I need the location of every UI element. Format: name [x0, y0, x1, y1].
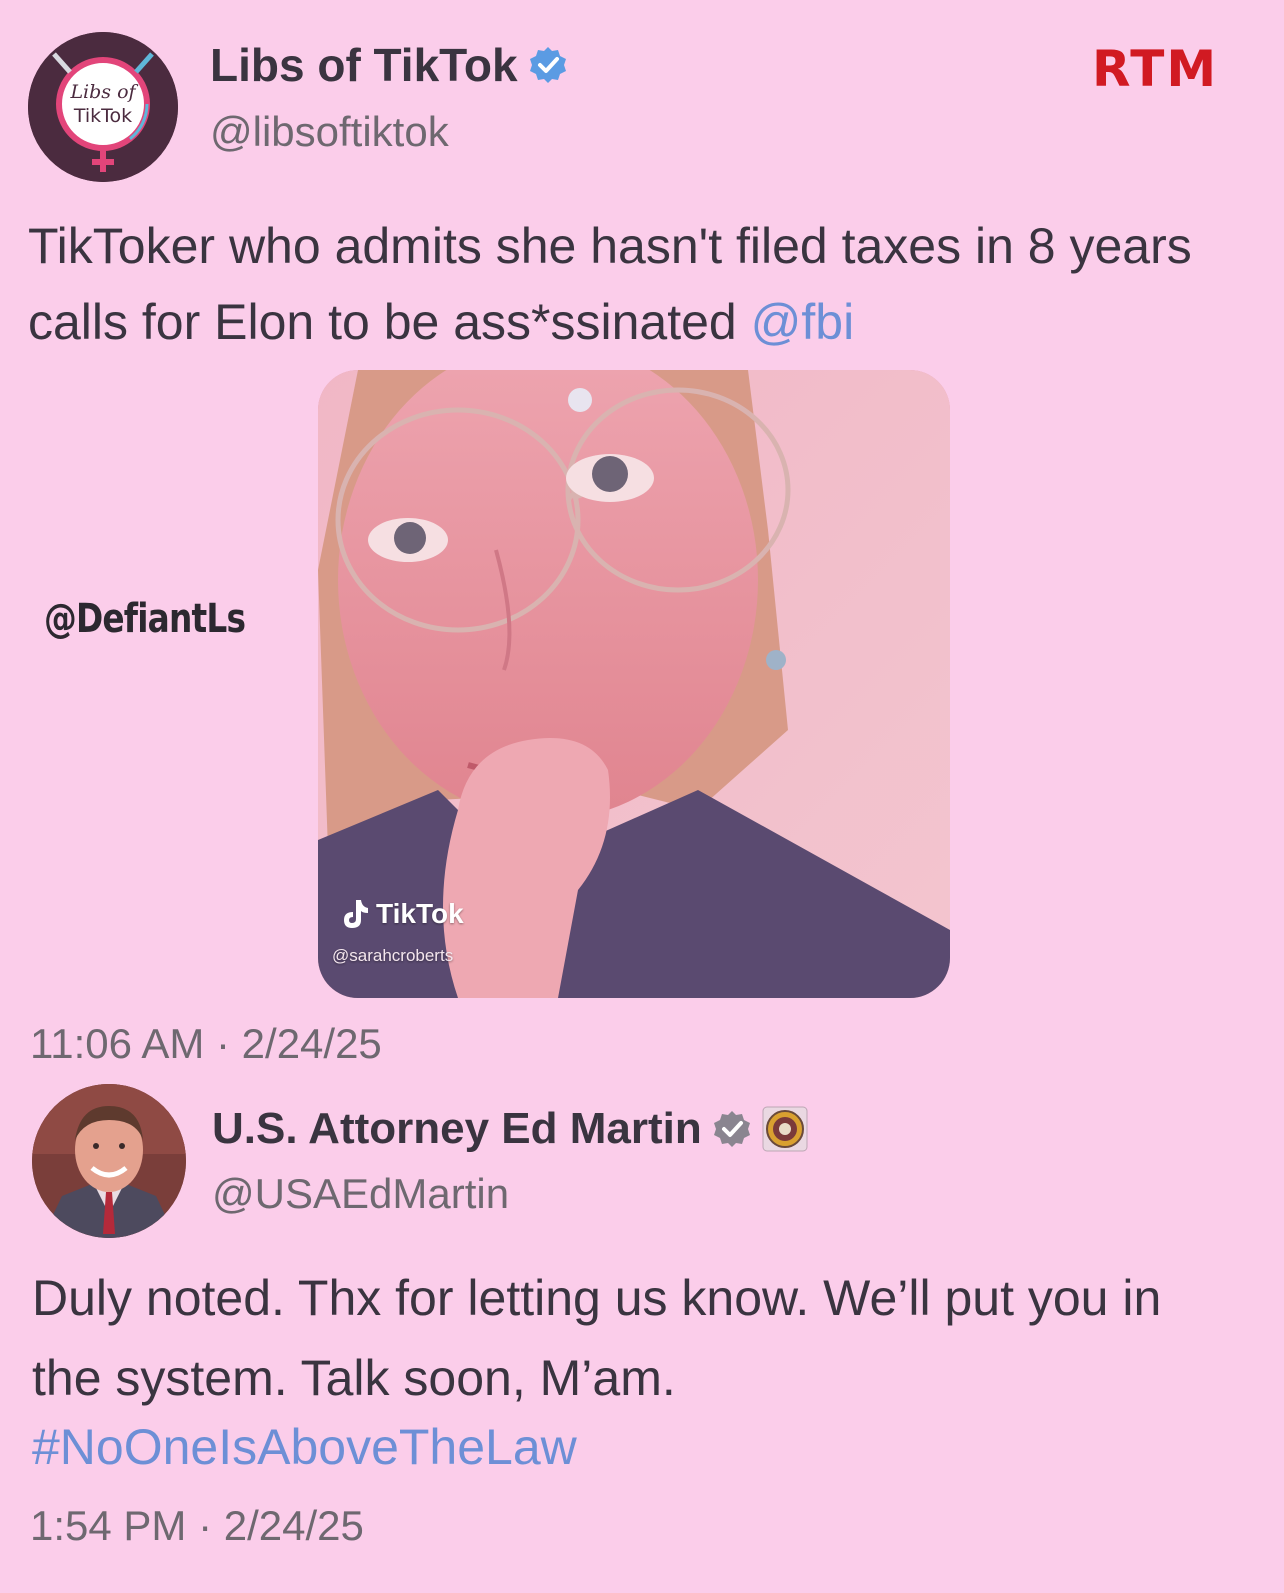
defiantls-watermark: @DefiantLs [44, 596, 246, 642]
tiktok-watermark: TikTok [340, 898, 464, 930]
timestamp-2[interactable]: 1:54 PM · 2/24/25 [30, 1502, 364, 1550]
doj-seal-icon [762, 1106, 808, 1152]
mention-link[interactable]: @fbi [751, 294, 855, 350]
avatar-text-line2: TikTok [73, 105, 132, 127]
tiktok-brand-label: TikTok [376, 898, 464, 929]
tweet-text-1: TikToker who admits she hasn't filed tax… [28, 208, 1238, 360]
display-name-text[interactable]: Libs of TikTok [210, 38, 518, 92]
tweet-text-2: Duly noted. Thx for letting us know. We’… [32, 1270, 1162, 1406]
tiktok-note-icon [344, 900, 368, 928]
handle-1[interactable]: @libsoftiktok [210, 108, 449, 156]
avatar-libs-of-tiktok[interactable]: Libs of TikTok [28, 32, 178, 182]
tweet-body-1: TikToker who admits she hasn't filed tax… [28, 218, 1192, 350]
grey-check-badge-icon [713, 1111, 750, 1147]
hashtag-link[interactable]: #NoOneIsAboveTheLaw [32, 1418, 577, 1476]
blue-check-badge-icon [529, 47, 566, 83]
display-name-1[interactable]: Libs of TikTok [210, 38, 568, 92]
avatar-ed-martin[interactable] [32, 1084, 186, 1238]
avatar-photo [32, 1084, 186, 1238]
handle-2[interactable]: @USAEdMartin [212, 1170, 509, 1218]
libs-of-tiktok-logo: Libs of TikTok [28, 32, 178, 182]
rtm-logo: RTM [1092, 40, 1219, 98]
display-name-text[interactable]: U.S. Attorney Ed Martin [212, 1104, 702, 1154]
timestamp-1[interactable]: 11:06 AM · 2/24/25 [30, 1020, 382, 1068]
display-name-2[interactable]: U.S. Attorney Ed Martin [212, 1104, 808, 1154]
tiktok-creator-handle: @sarahcroberts [332, 946, 454, 965]
avatar-text-line1: Libs of [69, 81, 138, 103]
